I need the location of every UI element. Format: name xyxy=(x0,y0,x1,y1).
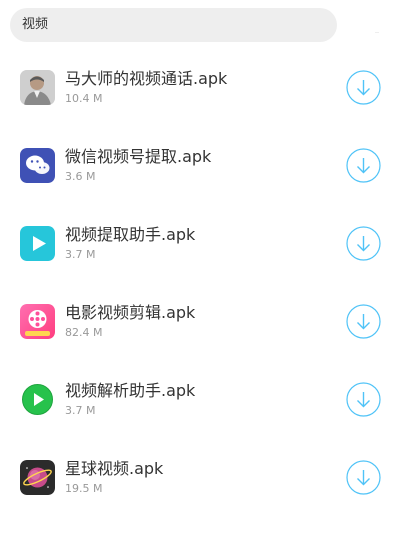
play-icon xyxy=(20,226,55,261)
portrait-photo-icon xyxy=(20,70,55,105)
download-icon xyxy=(346,226,381,261)
download-icon xyxy=(346,382,381,417)
download-icon xyxy=(346,148,381,183)
list-item[interactable]: 马大师的视频通话.apk 10.4 M xyxy=(0,50,400,128)
list-item[interactable]: 视频提取助手.apk 3.7 M xyxy=(0,206,400,284)
download-icon xyxy=(346,304,381,339)
app-name: 视频解析助手.apk xyxy=(65,381,196,400)
download-button[interactable] xyxy=(346,70,381,105)
app-name: 视频提取助手.apk xyxy=(65,225,196,244)
search-bar[interactable]: 视频 xyxy=(10,8,337,42)
app-name: 马大师的视频通话.apk xyxy=(65,69,228,88)
search-query[interactable]: 视频 xyxy=(22,17,48,33)
app-size: 3.7 M xyxy=(65,248,96,261)
planet-icon xyxy=(20,460,55,495)
download-icon xyxy=(346,460,381,495)
list-item[interactable]: 视频解析助手.apk 3.7 M xyxy=(0,362,400,440)
download-button[interactable] xyxy=(346,304,381,339)
download-icon xyxy=(346,70,381,105)
app-size: 3.6 M xyxy=(65,170,96,183)
list-item[interactable]: 微信视频号提取.apk 3.6 M xyxy=(0,128,400,206)
download-button[interactable] xyxy=(346,382,381,417)
film-reel-icon xyxy=(20,304,55,339)
app-size: 3.7 M xyxy=(65,404,96,417)
app-name: 微信视频号提取.apk xyxy=(65,147,212,166)
app-name: 电影视频剪辑.apk xyxy=(65,303,196,322)
list-item[interactable]: 星球视频.apk 19.5 M xyxy=(0,440,400,518)
download-button[interactable] xyxy=(346,148,381,183)
app-name: 星球视频.apk xyxy=(65,459,164,478)
app-size: 19.5 M xyxy=(65,482,103,495)
wechat-icon xyxy=(20,148,55,183)
divider xyxy=(375,32,379,33)
download-button[interactable] xyxy=(346,226,381,261)
app-size: 82.4 M xyxy=(65,326,103,339)
green-play-icon xyxy=(20,382,55,417)
download-button[interactable] xyxy=(346,460,381,495)
app-size: 10.4 M xyxy=(65,92,103,105)
list-item[interactable]: 电影视频剪辑.apk 82.4 M xyxy=(0,284,400,362)
